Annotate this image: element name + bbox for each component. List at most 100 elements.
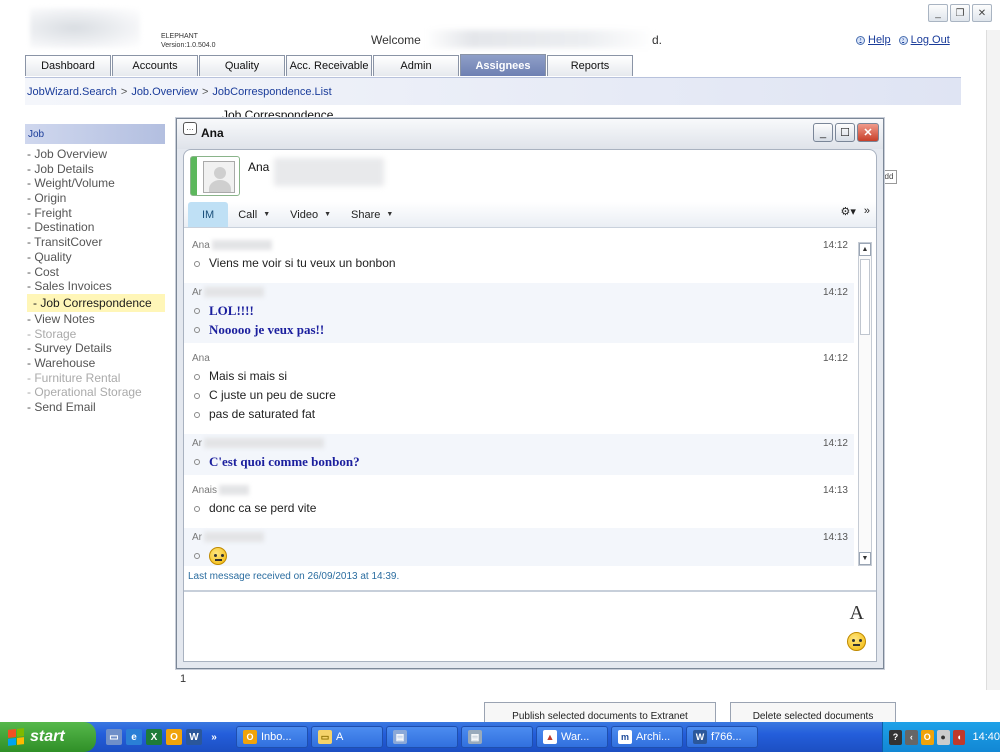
message-text: LOL!!!!	[209, 303, 254, 318]
sidebar-item-quality[interactable]: - Quality	[27, 250, 167, 265]
minimize-icon[interactable]: _	[813, 123, 833, 142]
message-input[interactable]: A	[184, 590, 876, 661]
message-scrollbar[interactable]: ▲ ▼	[858, 242, 872, 566]
breadcrumb-job-overview[interactable]: Job.Overview	[131, 86, 198, 98]
folder-icon: ▭	[318, 730, 332, 744]
tab-dashboard[interactable]: Dashboard	[25, 55, 111, 76]
message-group: Ar 14:12 C'est quoi comme bonbon?	[184, 434, 854, 475]
top-links: › Help › Log Out	[856, 34, 950, 46]
help-label: Help	[868, 34, 891, 46]
call-button[interactable]: Call ▼	[228, 202, 280, 227]
sidebar-item-origin[interactable]: - Origin	[27, 191, 167, 206]
scroll-thumb[interactable]	[860, 259, 870, 335]
font-button[interactable]: A	[850, 602, 864, 625]
close-icon[interactable]: ✕	[972, 4, 992, 22]
tab-reports[interactable]: Reports	[547, 55, 633, 76]
sidebar: - Job Overview - Job Details - Weight/Vo…	[27, 147, 167, 415]
sidebar-item-view-notes[interactable]: - View Notes	[27, 312, 167, 327]
sidebar-item-freight[interactable]: - Freight	[27, 206, 167, 221]
scroll-down-icon[interactable]: ▼	[859, 552, 871, 565]
sidebar-item-send-email[interactable]: - Send Email	[27, 400, 167, 415]
chat-icon[interactable]: ◖	[952, 729, 966, 745]
bullet-icon	[194, 505, 200, 512]
breadcrumb-correspondence-list[interactable]: JobCorrespondence.List	[212, 86, 331, 98]
chevron-down-icon: ▼	[386, 211, 394, 218]
welcome-text: Welcome	[371, 33, 421, 47]
avatar[interactable]	[190, 156, 240, 196]
task-app[interactable]: ▤	[386, 726, 458, 748]
sidebar-item-survey-details[interactable]: - Survey Details	[27, 341, 167, 356]
options-icon[interactable]: ⚙▾	[840, 205, 855, 218]
page-number[interactable]: 1	[180, 673, 186, 685]
brand-name: ELEPHANT	[161, 33, 198, 40]
chevron-down-icon: ▼	[263, 211, 271, 218]
bullet-icon	[194, 458, 200, 465]
restore-icon[interactable]: ❐	[950, 4, 970, 22]
word-icon[interactable]: W	[186, 729, 202, 745]
page-scrollbar[interactable]	[986, 30, 1000, 690]
share-button[interactable]: Share ▼	[341, 202, 403, 227]
bullet-icon	[194, 326, 200, 333]
back-icon[interactable]: ‹	[904, 729, 918, 745]
tab-im[interactable]: IM	[188, 202, 229, 227]
excel-icon[interactable]: X	[146, 729, 162, 745]
help-link[interactable]: › Help	[856, 34, 891, 46]
help-icon[interactable]: ?	[889, 729, 902, 745]
message-line: Nooooo je veux pas!!	[192, 320, 844, 339]
sidebar-item-destination[interactable]: - Destination	[27, 220, 167, 235]
desktop-icon[interactable]: ▭	[106, 729, 122, 745]
sidebar-item-transitcover[interactable]: - TransitCover	[27, 235, 167, 250]
task-outlook-inbox[interactable]: O Inbo...	[236, 726, 308, 748]
m-app-icon: m	[618, 730, 632, 744]
sidebar-item-sales-invoices[interactable]: - Sales Invoices	[27, 279, 167, 294]
outlook-icon[interactable]: O	[920, 729, 934, 745]
tab-assignees[interactable]: Assignees	[460, 54, 546, 76]
status-icon[interactable]: ●	[936, 729, 950, 745]
sidebar-item-furniture-rental: - Furniture Rental	[27, 370, 121, 385]
tab-acc-receivable[interactable]: Acc. Receivable	[286, 55, 372, 76]
sender-name: Ar	[192, 438, 202, 449]
video-button[interactable]: Video ▼	[280, 202, 341, 227]
maximize-icon[interactable]: ☐	[835, 123, 855, 142]
tab-admin[interactable]: Admin	[373, 55, 459, 76]
redacted-sender	[219, 485, 250, 496]
emoticon-icon[interactable]	[847, 632, 866, 651]
expand-icon[interactable]: »	[206, 729, 222, 745]
minimize-icon[interactable]: _	[928, 4, 948, 22]
message-time: 14:12	[822, 287, 848, 298]
task-word-document[interactable]: Wf766...	[686, 726, 758, 748]
sidebar-item-job-correspondence[interactable]: - Job Correspondence	[27, 293, 165, 312]
task-folder[interactable]: ▭ A	[311, 726, 383, 748]
message-text: donc ca se perd vite	[209, 501, 317, 515]
message-text: Mais si mais si	[209, 369, 288, 383]
publish-documents-button[interactable]: Publish selected documents to Extranet	[484, 702, 716, 722]
internet-explorer-icon[interactable]: e	[126, 729, 142, 745]
sidebar-item-warehouse[interactable]: - Warehouse	[27, 356, 167, 371]
message-group: Anais 14:13 donc ca se perd vite	[184, 481, 854, 522]
sidebar-item-job-overview[interactable]: - Job Overview	[27, 147, 167, 162]
logout-link[interactable]: › Log Out	[898, 34, 950, 46]
task-app[interactable]: ▤	[461, 726, 533, 748]
breadcrumb-jobwizard[interactable]: JobWizard.Search	[27, 86, 117, 98]
sidebar-item-job-details[interactable]: - Job Details	[27, 162, 167, 177]
close-icon[interactable]: ✕	[857, 123, 879, 142]
start-label: start	[30, 728, 65, 745]
scroll-up-icon[interactable]: ▲	[859, 243, 871, 256]
logout-icon: ›	[898, 35, 908, 45]
message-time: 14:12	[822, 353, 848, 364]
outlook-icon[interactable]: O	[166, 729, 182, 745]
outlook-icon: O	[243, 730, 257, 744]
sidebar-item-weight-volume[interactable]: - Weight/Volume	[27, 176, 167, 191]
more-options-button[interactable]: »	[864, 205, 870, 218]
task-archive[interactable]: m Archi...	[611, 726, 683, 748]
redacted-sender	[204, 438, 324, 449]
sidebar-item-cost[interactable]: - Cost	[27, 265, 167, 280]
message-time: 14:13	[822, 532, 848, 543]
message-sender: Ana	[192, 240, 844, 254]
tab-accounts[interactable]: Accounts	[112, 55, 198, 76]
tab-quality[interactable]: Quality	[199, 55, 285, 76]
im-title-bar[interactable]: … Ana _ ☐ ✕	[177, 119, 883, 149]
task-pdf[interactable]: ▲ War...	[536, 726, 608, 748]
delete-documents-button[interactable]: Delete selected documents	[730, 702, 896, 722]
start-button[interactable]: start	[0, 722, 96, 752]
